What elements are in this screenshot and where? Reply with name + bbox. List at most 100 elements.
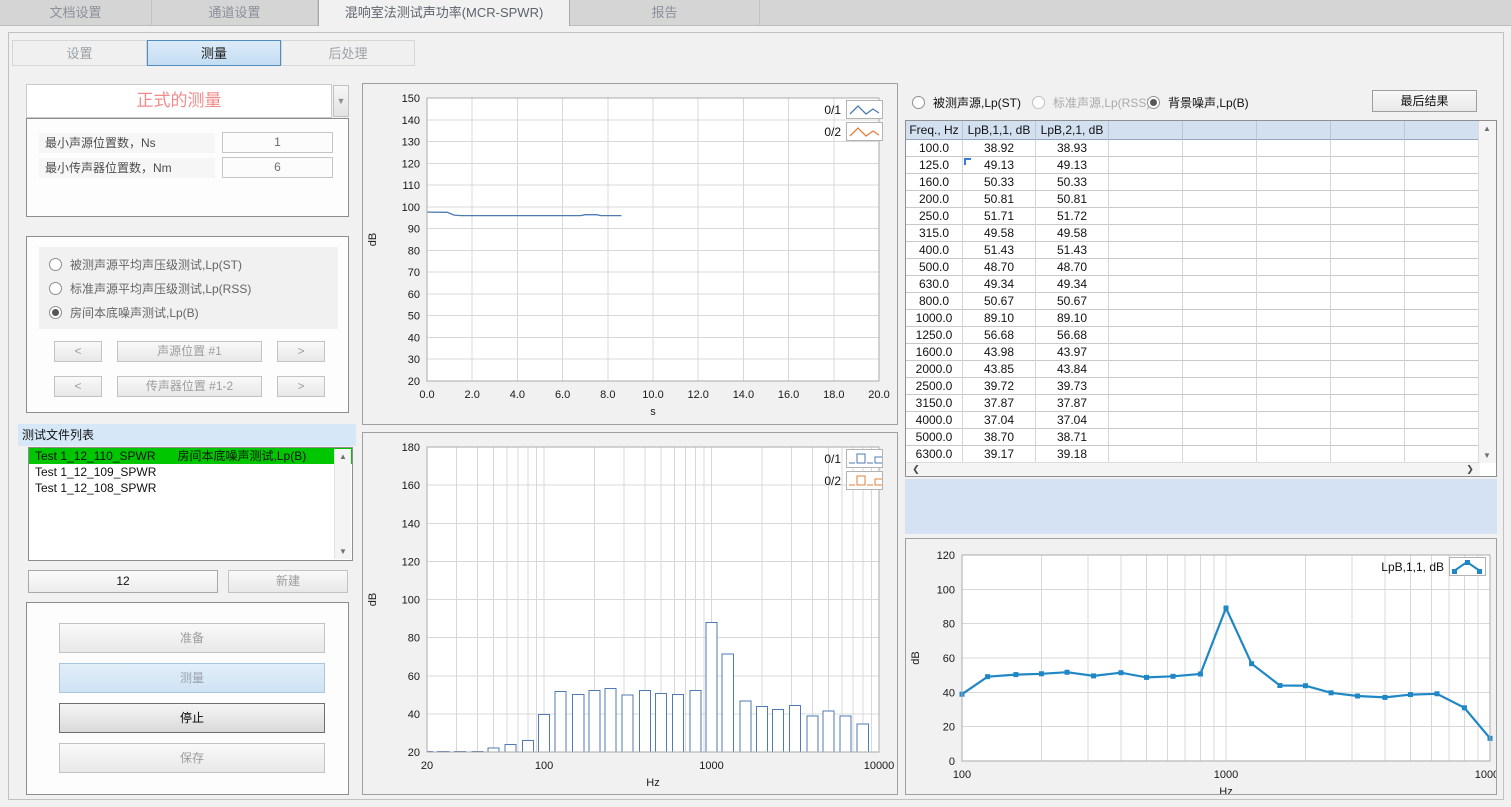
value-cell[interactable]: 89.10 [963, 310, 1036, 327]
param-value-field[interactable]: 1 [222, 132, 333, 153]
scroll-down-icon[interactable]: ▼ [1479, 448, 1495, 463]
value-cell[interactable] [1257, 140, 1331, 157]
value-cell[interactable] [1257, 344, 1331, 361]
value-cell[interactable] [1109, 259, 1183, 276]
value-cell[interactable] [1331, 429, 1405, 446]
value-cell[interactable]: 43.98 [963, 344, 1036, 361]
scroll-up-icon[interactable]: ▲ [1479, 121, 1495, 136]
table-horizontal-scrollbar[interactable]: ❮ ❯ [906, 462, 1480, 476]
value-cell[interactable] [1331, 208, 1405, 225]
freq-cell[interactable]: 200.0 [906, 191, 963, 208]
subtab-measure[interactable]: 测量 [147, 40, 281, 66]
value-cell[interactable] [1183, 276, 1257, 293]
value-cell[interactable] [1405, 140, 1481, 157]
value-cell[interactable] [1109, 208, 1183, 225]
save-button[interactable]: 保存 [59, 743, 325, 773]
value-cell[interactable] [1183, 225, 1257, 242]
value-cell[interactable] [1331, 361, 1405, 378]
value-cell[interactable] [1405, 361, 1481, 378]
value-cell[interactable] [1257, 174, 1331, 191]
value-cell[interactable] [1405, 174, 1481, 191]
freq-cell[interactable]: 125.0 [906, 157, 963, 174]
value-cell[interactable] [1405, 378, 1481, 395]
table-header-cell[interactable] [1405, 121, 1481, 140]
value-cell[interactable]: 56.68 [1036, 327, 1109, 344]
value-cell[interactable]: 43.84 [1036, 361, 1109, 378]
value-cell[interactable] [1257, 395, 1331, 412]
value-cell[interactable] [1183, 140, 1257, 157]
chevron-down-icon[interactable]: ▼ [333, 85, 349, 117]
value-cell[interactable] [1183, 361, 1257, 378]
param-value-field[interactable]: 6 [222, 157, 333, 178]
value-cell[interactable] [1257, 191, 1331, 208]
value-cell[interactable]: 50.33 [963, 174, 1036, 191]
value-cell[interactable] [1109, 157, 1183, 174]
value-cell[interactable] [1109, 242, 1183, 259]
test-type-radio-lp-b[interactable]: 房间本底噪声测试,Lp(B) [49, 302, 199, 322]
subtab-settings[interactable]: 设置 [12, 40, 147, 66]
value-cell[interactable] [1183, 327, 1257, 344]
result-radio-lp-rss[interactable]: 标准声源,Lp(RSS) [1032, 92, 1150, 112]
freq-cell[interactable]: 630.0 [906, 276, 963, 293]
table-header-cell[interactable]: LpB,1,1, dB [963, 121, 1036, 140]
freq-cell[interactable]: 2500.0 [906, 378, 963, 395]
value-cell[interactable] [1257, 429, 1331, 446]
freq-cell[interactable]: 1600.0 [906, 344, 963, 361]
value-cell[interactable] [1109, 276, 1183, 293]
value-cell[interactable] [1109, 395, 1183, 412]
mic-position-next-button[interactable]: > [277, 376, 325, 397]
result-radio-lp-b[interactable]: 背景噪声,Lp(B) [1147, 92, 1249, 112]
scroll-left-icon[interactable]: ❮ [908, 463, 924, 476]
value-cell[interactable]: 49.13 [963, 157, 1036, 174]
value-cell[interactable] [1405, 344, 1481, 361]
value-cell[interactable] [1183, 310, 1257, 327]
value-cell[interactable] [1405, 429, 1481, 446]
value-cell[interactable] [1405, 310, 1481, 327]
test-file-list[interactable]: Test 1_12_110_SPWR房间本底噪声测试,Lp(B)Test 1_1… [28, 447, 353, 561]
value-cell[interactable] [1183, 259, 1257, 276]
scroll-right-icon[interactable]: ❯ [1462, 463, 1478, 476]
value-cell[interactable] [1109, 378, 1183, 395]
value-cell[interactable]: 38.70 [963, 429, 1036, 446]
table-vertical-scrollbar[interactable]: ▲ ▼ [1478, 121, 1496, 463]
value-cell[interactable]: 38.93 [1036, 140, 1109, 157]
value-cell[interactable] [1183, 191, 1257, 208]
value-cell[interactable] [1331, 276, 1405, 293]
value-cell[interactable] [1331, 327, 1405, 344]
test-type-radio-lp-st[interactable]: 被测声源平均声压级测试,Lp(ST) [49, 254, 242, 274]
value-cell[interactable]: 49.13 [1036, 157, 1109, 174]
value-cell[interactable] [1331, 293, 1405, 310]
value-cell[interactable] [1109, 225, 1183, 242]
value-cell[interactable] [1109, 310, 1183, 327]
value-cell[interactable] [1331, 259, 1405, 276]
value-cell[interactable] [1183, 378, 1257, 395]
value-cell[interactable]: 43.97 [1036, 344, 1109, 361]
value-cell[interactable] [1109, 412, 1183, 429]
counter-button[interactable]: 12 [28, 570, 218, 593]
value-cell[interactable]: 37.04 [1036, 412, 1109, 429]
value-cell[interactable]: 39.72 [963, 378, 1036, 395]
value-cell[interactable] [1331, 412, 1405, 429]
value-cell[interactable] [1405, 395, 1481, 412]
value-cell[interactable]: 49.34 [1036, 276, 1109, 293]
source-position-label-button[interactable]: 声源位置 #1 [117, 341, 262, 362]
stop-button[interactable]: 停止 [59, 703, 325, 733]
value-cell[interactable] [1331, 395, 1405, 412]
mic-position-label-button[interactable]: 传声器位置 #1-2 [117, 376, 262, 397]
value-cell[interactable]: 48.70 [963, 259, 1036, 276]
value-cell[interactable]: 39.17 [963, 446, 1036, 463]
value-cell[interactable]: 37.87 [963, 395, 1036, 412]
last-result-button[interactable]: 最后结果 [1372, 90, 1477, 112]
value-cell[interactable] [1331, 140, 1405, 157]
value-cell[interactable]: 56.68 [963, 327, 1036, 344]
value-cell[interactable] [1183, 412, 1257, 429]
value-cell[interactable] [1183, 429, 1257, 446]
table-header-cell[interactable] [1183, 121, 1257, 140]
value-cell[interactable] [1183, 446, 1257, 463]
freq-cell[interactable]: 250.0 [906, 208, 963, 225]
value-cell[interactable]: 50.81 [1036, 191, 1109, 208]
value-cell[interactable]: 50.67 [1036, 293, 1109, 310]
value-cell[interactable] [1183, 174, 1257, 191]
value-cell[interactable] [1109, 327, 1183, 344]
tab-mcr-spwr[interactable]: 混响室法测试声功率(MCR-SPWR) [318, 0, 570, 26]
